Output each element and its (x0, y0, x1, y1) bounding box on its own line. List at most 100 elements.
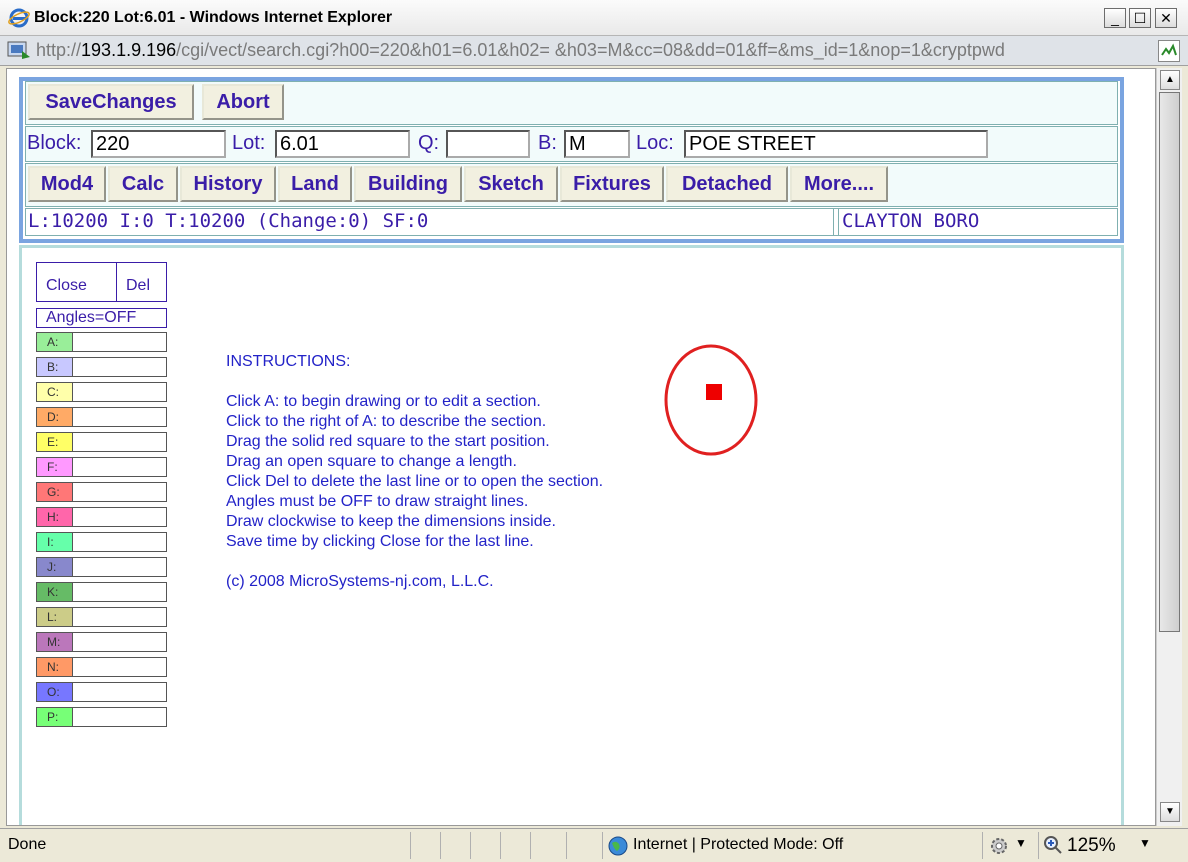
window-title: Block:220 Lot:6.01 - Windows Internet Ex… (34, 9, 393, 26)
section-key[interactable]: F: (37, 458, 73, 476)
section-description[interactable] (74, 433, 166, 451)
page-content: SaveChanges Abort Block: 220 Lot: 6.01 Q… (6, 68, 1156, 826)
section-row[interactable]: A: (36, 332, 167, 352)
section-description[interactable] (74, 608, 166, 626)
b-label: B: (538, 132, 557, 154)
section-row[interactable]: P: (36, 707, 167, 727)
status-cell (566, 832, 602, 859)
chevron-down-icon: ▼ (1139, 836, 1151, 850)
zoom-control[interactable]: 125% ▼ (1038, 832, 1158, 859)
section-description[interactable] (74, 683, 166, 701)
section-key[interactable]: P: (37, 708, 73, 726)
nav-sketch-button[interactable]: Sketch (464, 166, 558, 202)
page-icon (7, 41, 30, 59)
globe-icon (608, 836, 628, 856)
maximize-button[interactable]: ☐ (1129, 8, 1151, 28)
popup-settings[interactable]: ▼ (982, 832, 1038, 859)
section-description[interactable] (74, 383, 166, 401)
section-key[interactable]: J: (37, 558, 73, 576)
section-description[interactable] (74, 408, 166, 426)
section-row[interactable]: N: (36, 657, 167, 677)
section-description[interactable] (74, 333, 166, 351)
section-row[interactable]: H: (36, 507, 167, 527)
lot-input[interactable]: 6.01 (275, 130, 410, 158)
save-changes-button[interactable]: SaveChanges (28, 84, 194, 120)
section-key[interactable]: K: (37, 583, 73, 601)
section-row[interactable]: B: (36, 357, 167, 377)
block-label: Block: (27, 132, 82, 154)
section-key[interactable]: A: (37, 333, 73, 351)
status-cell (440, 832, 470, 859)
scroll-down-button[interactable]: ▼ (1160, 802, 1180, 822)
abort-button[interactable]: Abort (202, 84, 284, 120)
section-row[interactable]: G: (36, 482, 167, 502)
delete-line-button[interactable]: Del (116, 262, 167, 302)
instructions-text: INSTRUCTIONS: Click A: to begin drawing … (226, 353, 604, 590)
section-key[interactable]: E: (37, 433, 73, 451)
section-description[interactable] (74, 483, 166, 501)
close-window-button[interactable]: ✕ (1155, 8, 1177, 28)
nav-history-button[interactable]: History (180, 166, 276, 202)
security-zone[interactable]: Internet | Protected Mode: Off (602, 832, 982, 859)
section-row[interactable]: O: (36, 682, 167, 702)
section-row[interactable]: K: (36, 582, 167, 602)
url-field[interactable]: http://193.1.9.196/cgi/vect/search.cgi?h… (36, 40, 1148, 61)
section-key[interactable]: I: (37, 533, 73, 551)
vertical-scrollbar[interactable]: ▲ ▼ (1156, 68, 1182, 826)
nav-building-button[interactable]: Building (354, 166, 462, 202)
section-key[interactable]: O: (37, 683, 73, 701)
section-row[interactable]: L: (36, 607, 167, 627)
section-key[interactable]: D: (37, 408, 73, 426)
section-description[interactable] (74, 458, 166, 476)
section-key[interactable]: B: (37, 358, 73, 376)
sketch-area[interactable]: Close Del Angles=OFF A: B: C: D: E: F: G: H: I: J… (19, 245, 1124, 825)
block-input[interactable]: 220 (91, 130, 226, 158)
scroll-up-button[interactable]: ▲ (1160, 70, 1180, 90)
gear-icon (991, 838, 1007, 854)
section-key[interactable]: H: (37, 508, 73, 526)
section-description[interactable] (74, 633, 166, 651)
section-description[interactable] (74, 708, 166, 726)
section-description[interactable] (74, 508, 166, 526)
scroll-thumb[interactable] (1159, 92, 1180, 632)
section-key[interactable]: L: (37, 608, 73, 626)
status-cell (530, 832, 566, 859)
minimize-button[interactable]: _ (1104, 8, 1126, 28)
nav-detached-button[interactable]: Detached (666, 166, 788, 202)
section-key[interactable]: C: (37, 383, 73, 401)
q-input[interactable] (446, 130, 530, 158)
status-text: Done (8, 836, 47, 853)
section-description[interactable] (74, 533, 166, 551)
nav-mod4-button[interactable]: Mod4 (28, 166, 106, 202)
section-row[interactable]: D: (36, 407, 167, 427)
nav-more-button[interactable]: More.... (790, 166, 888, 202)
zoom-level: 125% (1067, 835, 1116, 856)
section-description[interactable] (74, 583, 166, 601)
section-description[interactable] (74, 358, 166, 376)
valuation-summary: L:10200 I:0 T:10200 (Change:0) SF:0 (26, 209, 834, 235)
b-input[interactable]: M (564, 130, 630, 158)
zoom-icon (1044, 836, 1062, 854)
compatibility-view-icon[interactable] (1158, 40, 1180, 62)
section-row[interactable]: I: (36, 532, 167, 552)
section-key[interactable]: M: (37, 633, 73, 651)
section-row[interactable]: J: (36, 557, 167, 577)
section-description[interactable] (74, 558, 166, 576)
nav-fixtures-button[interactable]: Fixtures (560, 166, 664, 202)
nav-calc-button[interactable]: Calc (108, 166, 178, 202)
angles-toggle[interactable]: Angles=OFF (36, 308, 167, 328)
section-description[interactable] (74, 658, 166, 676)
section-key[interactable]: N: (37, 658, 73, 676)
section-row[interactable]: C: (36, 382, 167, 402)
nav-land-button[interactable]: Land (278, 166, 352, 202)
loc-input[interactable]: POE STREET (684, 130, 988, 158)
status-cell (500, 832, 530, 859)
section-row[interactable]: F: (36, 457, 167, 477)
close-section-button[interactable]: Close (36, 262, 117, 302)
section-row[interactable]: M: (36, 632, 167, 652)
record-panel: SaveChanges Abort Block: 220 Lot: 6.01 Q… (19, 77, 1124, 243)
ie-logo-icon (8, 8, 30, 28)
start-position-handle[interactable] (706, 384, 722, 400)
section-row[interactable]: E: (36, 432, 167, 452)
section-key[interactable]: G: (37, 483, 73, 501)
